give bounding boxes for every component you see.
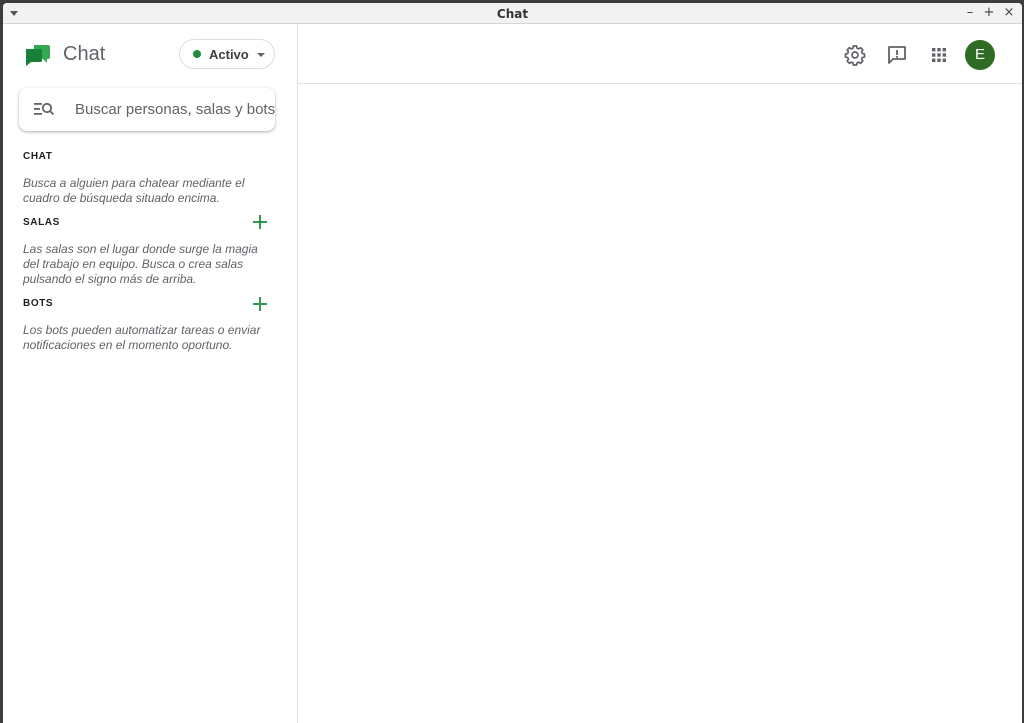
add-room-button[interactable]: [251, 213, 269, 231]
app-window: Chat – + × Chat Activo Buscar personas, …: [3, 3, 1022, 723]
apps-grid-icon[interactable]: [927, 43, 951, 67]
section-title-chat: CHAT: [23, 151, 53, 162]
search-list-icon: [34, 102, 55, 116]
window-title: Chat: [496, 7, 529, 21]
section-desc-salas: Las salas son el lugar donde surge la ma…: [23, 242, 258, 286]
minimize-button[interactable]: –: [962, 5, 978, 21]
status-dropdown[interactable]: Activo: [179, 39, 275, 69]
main-panel: E: [298, 24, 1022, 723]
close-button[interactable]: ×: [1001, 5, 1017, 21]
gear-icon[interactable]: [843, 43, 867, 67]
top-bar: E: [298, 24, 1022, 84]
maximize-button[interactable]: +: [981, 5, 997, 21]
section-title-bots: BOTS: [23, 298, 54, 309]
add-bot-button[interactable]: [251, 295, 269, 313]
sidebar: Chat Activo Buscar personas, salas y bot…: [3, 24, 298, 723]
app-name: Chat: [63, 43, 106, 65]
section-desc-chat: Busca a alguien para chatear mediante el…: [23, 176, 245, 205]
search-input[interactable]: Buscar personas, salas y bots: [19, 88, 275, 131]
caret-down-icon: [257, 53, 265, 57]
avatar[interactable]: E: [965, 40, 995, 70]
status-dot-icon: [193, 50, 201, 58]
status-label: Activo: [209, 47, 249, 62]
feedback-icon[interactable]: [885, 43, 909, 67]
chat-logo-icon: [26, 45, 50, 66]
section-title-salas: SALAS: [23, 217, 60, 228]
title-bar: Chat – + ×: [3, 3, 1022, 24]
search-placeholder: Buscar personas, salas y bots: [75, 101, 276, 118]
section-desc-bots: Los bots pueden automatizar tareas o env…: [23, 323, 261, 352]
